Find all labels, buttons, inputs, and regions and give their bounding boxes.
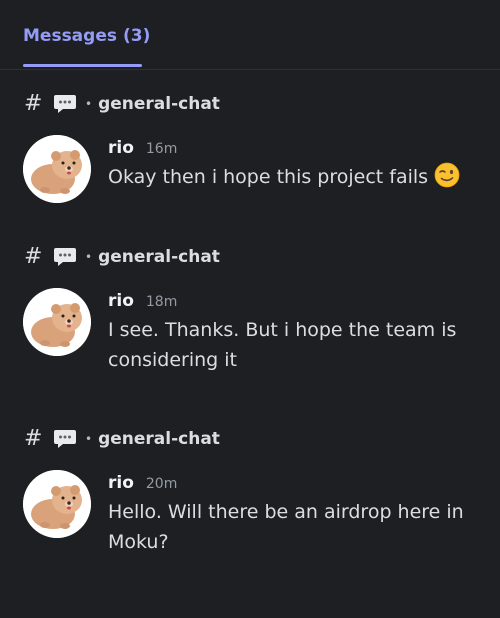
author-name[interactable]: rio <box>108 473 134 493</box>
winking-face-emoji <box>434 162 460 188</box>
message-text: Hello. Will there be an airdrop here in … <box>108 501 464 553</box>
hash-icon: # <box>24 426 43 451</box>
pomeranian-avatar-image <box>23 470 91 538</box>
message-header: rio 16m <box>108 138 177 158</box>
author-name[interactable]: rio <box>108 138 134 158</box>
message-header: rio 20m <box>108 473 177 493</box>
author-name[interactable]: rio <box>108 291 134 311</box>
channel-name: general-chat <box>98 247 220 267</box>
hash-icon: # <box>24 91 43 116</box>
pomeranian-avatar-image <box>23 135 91 203</box>
channel-link[interactable]: # • general-chat <box>24 92 220 116</box>
tab-messages[interactable]: Messages (3) <box>23 26 150 46</box>
message-text: I see. Thanks. But i hope the team is co… <box>108 319 457 371</box>
timestamp: 20m <box>145 476 178 492</box>
channel-link[interactable]: # • general-chat <box>24 427 220 451</box>
channel-link[interactable]: # • general-chat <box>24 245 220 269</box>
pomeranian-avatar-image <box>23 288 91 356</box>
timestamp: 18m <box>145 294 178 310</box>
tab-bar: Messages (3) <box>0 0 500 70</box>
tab-label: Messages <box>23 26 117 46</box>
tab-active-indicator <box>23 64 142 67</box>
message-content: Okay then i hope this project fails <box>108 166 429 188</box>
channel-name: general-chat <box>98 94 220 114</box>
timestamp: 16m <box>145 141 178 157</box>
avatar[interactable] <box>23 470 91 538</box>
tab-count: (3) <box>122 26 151 46</box>
speech-bubble-icon <box>54 95 76 113</box>
separator-dot: • <box>85 432 93 446</box>
speech-bubble-icon <box>54 248 76 266</box>
avatar[interactable] <box>23 135 91 203</box>
separator-dot: • <box>85 97 93 111</box>
channel-name: general-chat <box>98 429 220 449</box>
separator-dot: • <box>85 250 93 264</box>
avatar[interactable] <box>23 288 91 356</box>
message-text: Okay then i hope this project fails <box>108 162 478 192</box>
hash-icon: # <box>24 244 43 269</box>
message-header: rio 18m <box>108 291 177 311</box>
speech-bubble-icon <box>54 430 76 448</box>
